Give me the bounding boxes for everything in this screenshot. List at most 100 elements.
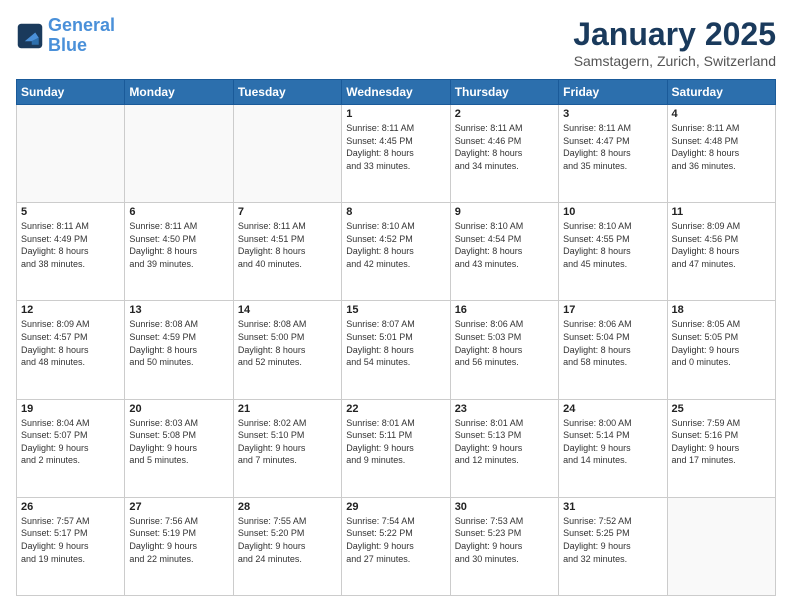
day-info: Sunrise: 7:53 AM Sunset: 5:23 PM Dayligh… [455,515,554,565]
day-info: Sunrise: 7:59 AM Sunset: 5:16 PM Dayligh… [672,417,771,467]
calendar-cell: 8 Sunrise: 8:10 AM Sunset: 4:52 PM Daylig… [342,203,450,301]
day-number: 29 [346,501,445,513]
day-number: 21 [238,403,337,415]
day-number: 12 [21,304,120,316]
day-number: 6 [129,206,228,218]
calendar-cell [667,497,775,595]
day-number: 25 [672,403,771,415]
page: General Blue January 2025 Samstagern, Zu… [0,0,792,612]
calendar-cell: 31 Sunrise: 7:52 AM Sunset: 5:25 PM Dayli… [559,497,667,595]
day-info: Sunrise: 7:57 AM Sunset: 5:17 PM Dayligh… [21,515,120,565]
location-title: Samstagern, Zurich, Switzerland [573,53,776,69]
day-info: Sunrise: 8:11 AM Sunset: 4:49 PM Dayligh… [21,220,120,270]
calendar-cell: 7Sunrise: 8:11 AM Sunset: 4:51 PM Daylig… [233,203,341,301]
calendar-cell: 30Sunrise: 7:53 AM Sunset: 5:23 PM Dayli… [450,497,558,595]
day-number: 11 [672,206,771,218]
day-number: 3 [563,108,662,120]
day-header-sunday: Sunday [17,80,125,105]
day-info: Sunrise: 8:11 AM Sunset: 4:50 PM Dayligh… [129,220,228,270]
logo-text: General Blue [48,16,115,56]
day-number: 4 [672,108,771,120]
day-number: 15 [346,304,445,316]
day-number: 8 [346,206,445,218]
calendar-week-3: 19Sunrise: 8:04 AM Sunset: 5:07 PM Dayli… [17,399,776,497]
calendar-cell [17,105,125,203]
calendar-cell: 3 Sunrise: 8:11 AM Sunset: 4:47 PM Daylig… [559,105,667,203]
day-info: Sunrise: 7:52 AM Sunset: 5:25 PM Dayligh… [563,515,662,565]
day-number: 2 [455,108,554,120]
day-info: Sunrise: 8:05 AM Sunset: 5:05 PM Dayligh… [672,318,771,368]
calendar-week-4: 26Sunrise: 7:57 AM Sunset: 5:17 PM Dayli… [17,497,776,595]
logo-general: General [48,15,115,35]
day-info: Sunrise: 7:56 AM Sunset: 5:19 PM Dayligh… [129,515,228,565]
calendar-cell: 14 Sunrise: 8:08 AM Sunset: 5:00 PM Dayli… [233,301,341,399]
calendar-cell: 4 Sunrise: 8:11 AM Sunset: 4:48 PM Daylig… [667,105,775,203]
calendar-cell: 19Sunrise: 8:04 AM Sunset: 5:07 PM Dayli… [17,399,125,497]
calendar-cell: 24 Sunrise: 8:00 AM Sunset: 5:14 PM Dayli… [559,399,667,497]
day-header-monday: Monday [125,80,233,105]
logo: General Blue [16,16,115,56]
month-title: January 2025 [573,16,776,53]
day-info: Sunrise: 8:03 AM Sunset: 5:08 PM Dayligh… [129,417,228,467]
calendar-cell: 10 Sunrise: 8:10 AM Sunset: 4:55 PM Dayli… [559,203,667,301]
calendar-cell: 26Sunrise: 7:57 AM Sunset: 5:17 PM Dayli… [17,497,125,595]
day-info: Sunrise: 8:11 AM Sunset: 4:45 PM Dayligh… [346,122,445,172]
calendar-week-1: 5 Sunrise: 8:11 AM Sunset: 4:49 PM Daylig… [17,203,776,301]
day-number: 23 [455,403,554,415]
day-header-tuesday: Tuesday [233,80,341,105]
day-number: 28 [238,501,337,513]
calendar-cell: 21Sunrise: 8:02 AM Sunset: 5:10 PM Dayli… [233,399,341,497]
calendar-cell: 18Sunrise: 8:05 AM Sunset: 5:05 PM Dayli… [667,301,775,399]
day-header-thursday: Thursday [450,80,558,105]
day-info: Sunrise: 8:10 AM Sunset: 4:54 PM Dayligh… [455,220,554,270]
day-number: 5 [21,206,120,218]
day-info: Sunrise: 8:06 AM Sunset: 5:04 PM Dayligh… [563,318,662,368]
day-info: Sunrise: 7:54 AM Sunset: 5:22 PM Dayligh… [346,515,445,565]
day-info: Sunrise: 8:09 AM Sunset: 4:57 PM Dayligh… [21,318,120,368]
day-info: Sunrise: 8:08 AM Sunset: 5:00 PM Dayligh… [238,318,337,368]
calendar-cell: 13Sunrise: 8:08 AM Sunset: 4:59 PM Dayli… [125,301,233,399]
calendar-cell: 2 Sunrise: 8:11 AM Sunset: 4:46 PM Daylig… [450,105,558,203]
day-number: 10 [563,206,662,218]
calendar-cell: 9 Sunrise: 8:10 AM Sunset: 4:54 PM Daylig… [450,203,558,301]
day-header-saturday: Saturday [667,80,775,105]
logo-icon [16,22,44,50]
day-info: Sunrise: 8:00 AM Sunset: 5:14 PM Dayligh… [563,417,662,467]
day-number: 19 [21,403,120,415]
calendar-cell: 6 Sunrise: 8:11 AM Sunset: 4:50 PM Daylig… [125,203,233,301]
day-info: Sunrise: 8:10 AM Sunset: 4:52 PM Dayligh… [346,220,445,270]
day-info: Sunrise: 8:11 AM Sunset: 4:46 PM Dayligh… [455,122,554,172]
day-info: Sunrise: 8:01 AM Sunset: 5:13 PM Dayligh… [455,417,554,467]
calendar-cell: 23 Sunrise: 8:01 AM Sunset: 5:13 PM Dayli… [450,399,558,497]
day-number: 9 [455,206,554,218]
day-number: 7 [238,206,337,218]
day-number: 31 [563,501,662,513]
day-info: Sunrise: 8:10 AM Sunset: 4:55 PM Dayligh… [563,220,662,270]
day-number: 24 [563,403,662,415]
calendar-cell: 15Sunrise: 8:07 AM Sunset: 5:01 PM Dayli… [342,301,450,399]
day-header-wednesday: Wednesday [342,80,450,105]
title-block: January 2025 Samstagern, Zurich, Switzer… [573,16,776,69]
calendar-cell: 16Sunrise: 8:06 AM Sunset: 5:03 PM Dayli… [450,301,558,399]
day-info: Sunrise: 8:01 AM Sunset: 5:11 PM Dayligh… [346,417,445,467]
day-number: 14 [238,304,337,316]
day-info: Sunrise: 7:55 AM Sunset: 5:20 PM Dayligh… [238,515,337,565]
calendar-cell: 25 Sunrise: 7:59 AM Sunset: 5:16 PM Dayli… [667,399,775,497]
day-number: 1 [346,108,445,120]
calendar-cell: 5 Sunrise: 8:11 AM Sunset: 4:49 PM Daylig… [17,203,125,301]
calendar-cell: 1 Sunrise: 8:11 AM Sunset: 4:45 PM Daylig… [342,105,450,203]
calendar-cell: 11Sunrise: 8:09 AM Sunset: 4:56 PM Dayli… [667,203,775,301]
day-number: 20 [129,403,228,415]
day-info: Sunrise: 8:11 AM Sunset: 4:47 PM Dayligh… [563,122,662,172]
day-info: Sunrise: 8:06 AM Sunset: 5:03 PM Dayligh… [455,318,554,368]
calendar-cell: 22 Sunrise: 8:01 AM Sunset: 5:11 PM Dayli… [342,399,450,497]
calendar-header-row: SundayMondayTuesdayWednesdayThursdayFrid… [17,80,776,105]
day-number: 27 [129,501,228,513]
day-info: Sunrise: 8:11 AM Sunset: 4:48 PM Dayligh… [672,122,771,172]
calendar-cell: 27 Sunrise: 7:56 AM Sunset: 5:19 PM Dayli… [125,497,233,595]
day-number: 22 [346,403,445,415]
calendar-week-0: 1 Sunrise: 8:11 AM Sunset: 4:45 PM Daylig… [17,105,776,203]
day-number: 13 [129,304,228,316]
calendar-table: SundayMondayTuesdayWednesdayThursdayFrid… [16,79,776,596]
calendar-cell [233,105,341,203]
